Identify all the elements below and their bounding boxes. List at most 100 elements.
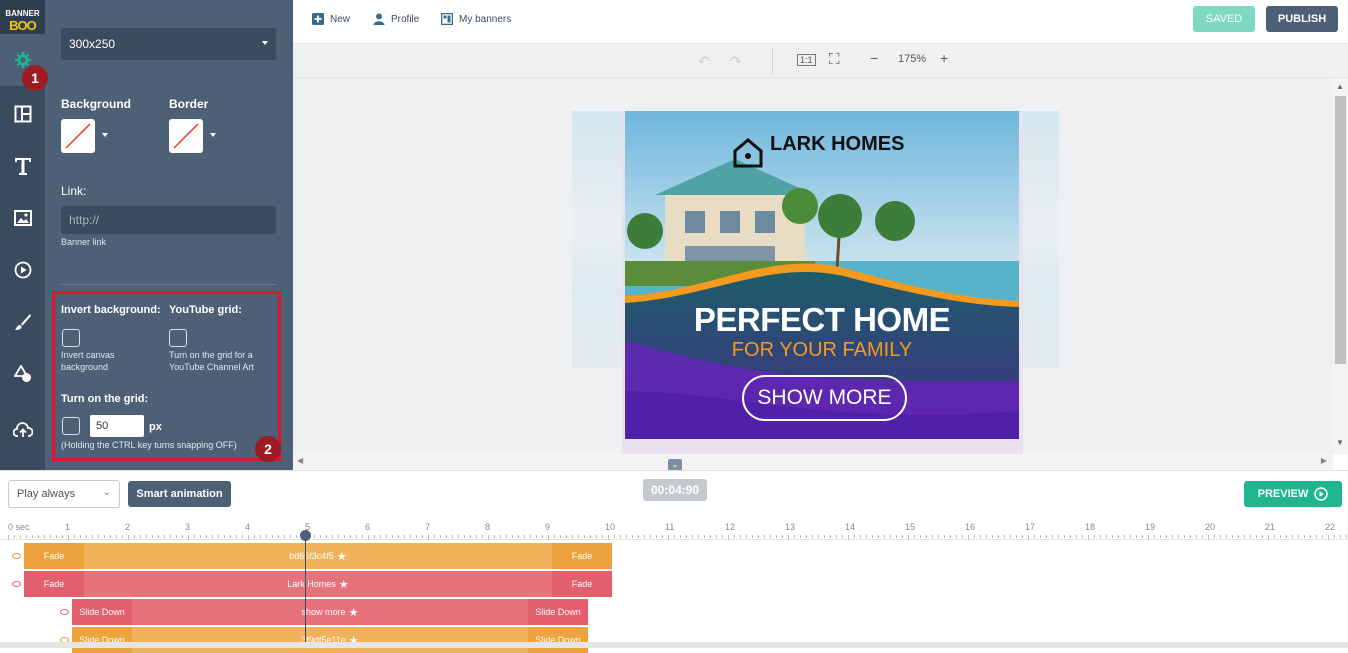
- fullscreen-icon[interactable]: ⛶: [829, 51, 840, 68]
- ruler-minor-tick: [566, 535, 567, 538]
- scroll-left-icon[interactable]: ◀: [297, 456, 303, 465]
- track-name: 3f9df5e11e ★: [132, 627, 528, 653]
- ruler-minor-tick: [200, 535, 201, 538]
- image-tab[interactable]: [0, 192, 45, 244]
- ruler-minor-tick: [158, 535, 159, 538]
- timeline-track-bar[interactable]: Fade bd66f3c4f5 ★ Fade: [24, 543, 612, 569]
- track-name: Lark Homes ★: [84, 571, 552, 597]
- timeline-toggle-icon[interactable]: ⌄: [668, 459, 682, 470]
- publish-button[interactable]: PUBLISH: [1266, 6, 1338, 32]
- background-label: Background: [61, 97, 132, 111]
- track-out-animation[interactable]: Fade: [552, 571, 612, 597]
- scroll-down-icon[interactable]: ▼: [1336, 438, 1344, 447]
- play-mode-select[interactable]: Play always ⌄: [8, 480, 120, 508]
- image-icon: [13, 210, 32, 226]
- visibility-eye-icon[interactable]: [60, 609, 69, 615]
- track-name-label: bd66f3c4f5: [289, 551, 334, 561]
- track-out-animation[interactable]: Slide Down: [528, 627, 588, 653]
- horizontal-scrollbar[interactable]: ◀ ▶ ⌄: [293, 454, 1333, 470]
- star-icon[interactable]: ★: [349, 606, 359, 619]
- shapes-tab[interactable]: [0, 348, 45, 400]
- ruler-minor-tick: [410, 535, 411, 538]
- ruler-minor-tick: [476, 535, 477, 538]
- redo-icon[interactable]: ↷: [730, 53, 742, 70]
- new-button[interactable]: New: [312, 13, 350, 25]
- size-select[interactable]: 300x250: [61, 28, 276, 60]
- profile-button[interactable]: Profile: [373, 13, 419, 25]
- vertical-scrollbar[interactable]: ▲ ▼: [1333, 78, 1348, 454]
- track-in-animation[interactable]: Fade: [24, 571, 84, 597]
- video-tab[interactable]: [0, 244, 45, 296]
- no-color-icon: [173, 123, 199, 149]
- zoom-out-icon[interactable]: −: [870, 50, 878, 66]
- preview-button[interactable]: PREVIEW: [1244, 481, 1342, 507]
- border-label: Border: [169, 97, 209, 111]
- ruler-minor-tick: [1094, 535, 1095, 538]
- ruler-minor-tick: [680, 535, 681, 538]
- border-color-swatch[interactable]: [169, 119, 203, 153]
- playhead-handle[interactable]: [300, 530, 311, 541]
- ruler-minor-tick: [20, 535, 21, 538]
- ruler-tick-label: 18: [1085, 522, 1096, 532]
- ruler-minor-tick: [770, 535, 771, 538]
- ruler-minor-tick: [1112, 535, 1113, 538]
- ruler-minor-tick: [296, 535, 297, 538]
- scroll-up-icon[interactable]: ▲: [1336, 82, 1344, 91]
- text-icon: [14, 158, 31, 175]
- visibility-eye-icon[interactable]: [12, 581, 21, 587]
- text-tab[interactable]: [0, 140, 45, 192]
- visibility-eye-icon[interactable]: [12, 553, 21, 559]
- timeline-scrollbar[interactable]: [0, 642, 1348, 648]
- border-dropdown-icon[interactable]: [210, 133, 216, 137]
- smart-animation-button[interactable]: Smart animation: [128, 481, 231, 507]
- track-out-animation[interactable]: Slide Down: [528, 599, 588, 625]
- link-input[interactable]: http://: [61, 206, 276, 234]
- ruler-minor-tick: [602, 535, 603, 538]
- track-in-animation[interactable]: Slide Down: [72, 627, 132, 653]
- timeline-track-bar[interactable]: Slide Down show more ★ Slide Down: [72, 599, 588, 625]
- banner-preview[interactable]: LARK HOMES PERFECT HOME FOR YOUR FAMILY …: [625, 111, 1019, 439]
- ruler-minor-tick: [92, 535, 93, 538]
- playhead[interactable]: [305, 533, 306, 648]
- star-icon[interactable]: ★: [337, 550, 347, 563]
- ruler-minor-tick: [542, 535, 543, 538]
- scroll-right-icon[interactable]: ▶: [1321, 456, 1327, 465]
- ruler-minor-tick: [896, 535, 897, 538]
- ruler-minor-tick: [662, 535, 663, 538]
- ruler-minor-tick: [932, 535, 933, 538]
- track-name-label: Lark Homes: [287, 579, 336, 589]
- scroll-thumb[interactable]: [1335, 96, 1346, 364]
- ruler-minor-tick: [1184, 535, 1185, 538]
- ruler-tick-label: 6: [365, 522, 371, 532]
- timeline-tracks: Fade bd66f3c4f5 ★ Fade Fade Lark Homes ★ Fade Sl…: [0, 540, 1348, 653]
- actual-size-icon[interactable]: 1:1: [797, 54, 816, 66]
- ruler-minor-tick: [422, 535, 423, 538]
- star-icon[interactable]: ★: [339, 578, 349, 591]
- ruler-minor-tick: [914, 535, 915, 538]
- brush-tab[interactable]: [0, 296, 45, 348]
- ruler-minor-tick: [440, 535, 441, 538]
- ruler-minor-tick: [1022, 535, 1023, 538]
- ruler-minor-tick: [920, 535, 921, 538]
- background-dropdown-icon[interactable]: [102, 133, 108, 137]
- undo-icon[interactable]: ↶: [698, 53, 710, 70]
- ruler-minor-tick: [464, 535, 465, 538]
- upload-tab[interactable]: [0, 404, 45, 456]
- track-out-animation[interactable]: Fade: [552, 543, 612, 569]
- banner-cta-button[interactable]: SHOW MORE: [742, 375, 907, 421]
- zoom-level: 175%: [898, 53, 927, 65]
- background-color-swatch[interactable]: [61, 119, 95, 153]
- ruler-minor-tick: [1196, 535, 1197, 538]
- my-banners-button[interactable]: My banners: [441, 13, 511, 25]
- ruler-minor-tick: [926, 535, 927, 538]
- track-in-animation[interactable]: Fade: [24, 543, 84, 569]
- layout-tab[interactable]: [0, 88, 45, 140]
- timeline-track-bar[interactable]: Slide Down 3f9df5e11e ★ Slide Down: [72, 627, 588, 653]
- link-help: Banner link: [61, 237, 107, 247]
- ruler-minor-tick: [80, 535, 81, 538]
- timeline-track-bar[interactable]: Fade Lark Homes ★ Fade: [24, 571, 612, 597]
- saved-button[interactable]: SAVED: [1193, 6, 1255, 32]
- zoom-in-icon[interactable]: +: [940, 50, 948, 66]
- track-in-animation[interactable]: Slide Down: [72, 599, 132, 625]
- ruler-minor-tick: [638, 535, 639, 538]
